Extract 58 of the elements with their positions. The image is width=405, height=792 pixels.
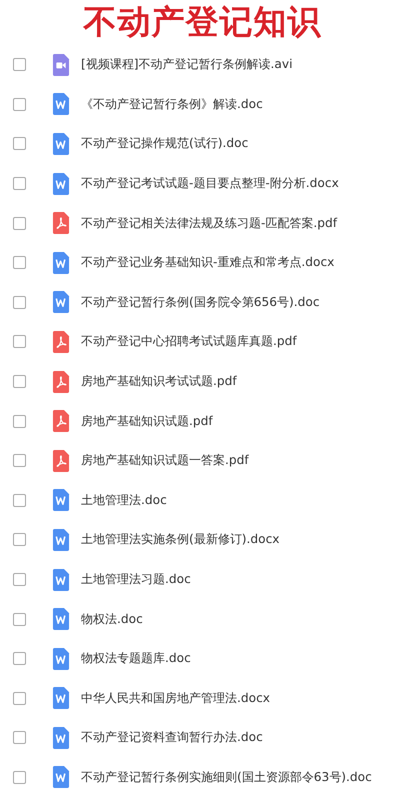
word-file-icon bbox=[52, 568, 70, 591]
file-name[interactable]: 房地产基础知识考试试题.pdf bbox=[81, 373, 237, 390]
word-file-icon bbox=[52, 726, 70, 749]
pdf-file-icon bbox=[52, 212, 70, 234]
checkbox[interactable] bbox=[13, 414, 26, 428]
checkbox[interactable] bbox=[13, 98, 26, 111]
file-name[interactable]: [视频课程]不动产登记暂行条例解读.avi bbox=[81, 56, 292, 74]
word-file-icon bbox=[52, 528, 70, 551]
file-name[interactable]: 不动产登记资料查询暂行办法.doc bbox=[81, 729, 263, 746]
checkbox[interactable] bbox=[13, 770, 26, 784]
file-name[interactable]: 《不动产登记暂行条例》解读.doc bbox=[81, 96, 263, 113]
page-title: 不动产登记知识 bbox=[82, 1, 322, 43]
pdf-file-icon bbox=[52, 410, 70, 432]
checkbox[interactable] bbox=[13, 335, 26, 348]
checkbox[interactable] bbox=[13, 692, 26, 705]
file-name[interactable]: 不动产登记暂行条例(国务院令第656号).doc bbox=[81, 294, 320, 311]
file-name[interactable]: 不动产登记操作规范(试行).doc bbox=[81, 135, 248, 152]
file-name[interactable]: 土地管理法习题.doc bbox=[81, 571, 191, 588]
word-file-icon bbox=[52, 489, 70, 512]
word-file-icon bbox=[52, 608, 70, 630]
checkbox[interactable] bbox=[13, 256, 26, 270]
checkbox[interactable] bbox=[13, 137, 26, 150]
pdf-file-icon bbox=[52, 450, 70, 472]
word-file-icon bbox=[52, 252, 70, 274]
file-name[interactable]: 中华人民共和国房地产管理法.docx bbox=[81, 690, 270, 707]
file-name[interactable]: 不动产登记相关法律法规及练习题-匹配答案.pdf bbox=[81, 214, 338, 232]
word-file-icon bbox=[52, 766, 70, 788]
checkbox[interactable] bbox=[13, 494, 26, 507]
checkbox[interactable] bbox=[13, 533, 26, 546]
file-name[interactable]: 房地产基础知识试题一答案.pdf bbox=[81, 452, 249, 470]
file-name[interactable]: 土地管理法实施条例(最新修订).docx bbox=[81, 531, 280, 548]
file-name[interactable]: 物权法.doc bbox=[81, 610, 143, 628]
checkbox[interactable] bbox=[13, 216, 26, 230]
word-file-icon bbox=[52, 172, 70, 195]
word-file-icon bbox=[52, 687, 70, 710]
file-name[interactable]: 物权法专题题库.doc bbox=[81, 650, 191, 668]
word-file-icon bbox=[52, 648, 70, 670]
word-file-icon bbox=[52, 93, 70, 116]
pdf-file-icon bbox=[52, 370, 70, 393]
checkbox[interactable] bbox=[13, 652, 26, 666]
file-name[interactable]: 不动产登记暂行条例实施细则(国土资源部令63号).doc bbox=[81, 768, 372, 786]
pdf-file-icon bbox=[52, 330, 70, 353]
file-name[interactable]: 不动产登记考试试题-题目要点整理-附分析.docx bbox=[81, 175, 339, 192]
checkbox[interactable] bbox=[13, 454, 26, 468]
file-name[interactable]: 房地产基础知识试题.pdf bbox=[81, 412, 213, 430]
file-name[interactable]: 不动产登记中心招聘考试试题库真题.pdf bbox=[81, 333, 297, 350]
checkbox[interactable] bbox=[13, 58, 26, 72]
checkbox[interactable] bbox=[13, 296, 26, 309]
checkbox[interactable] bbox=[13, 375, 26, 388]
word-file-icon bbox=[52, 132, 70, 155]
checkbox[interactable] bbox=[13, 573, 26, 586]
checkbox[interactable] bbox=[13, 612, 26, 626]
word-file-icon bbox=[52, 291, 70, 314]
video-file-icon bbox=[52, 54, 70, 76]
file-name[interactable]: 不动产登记业务基础知识-重难点和常考点.docx bbox=[81, 254, 334, 272]
file-name[interactable]: 土地管理法.doc bbox=[81, 492, 167, 509]
checkbox[interactable] bbox=[13, 731, 26, 744]
checkbox[interactable] bbox=[13, 177, 26, 190]
